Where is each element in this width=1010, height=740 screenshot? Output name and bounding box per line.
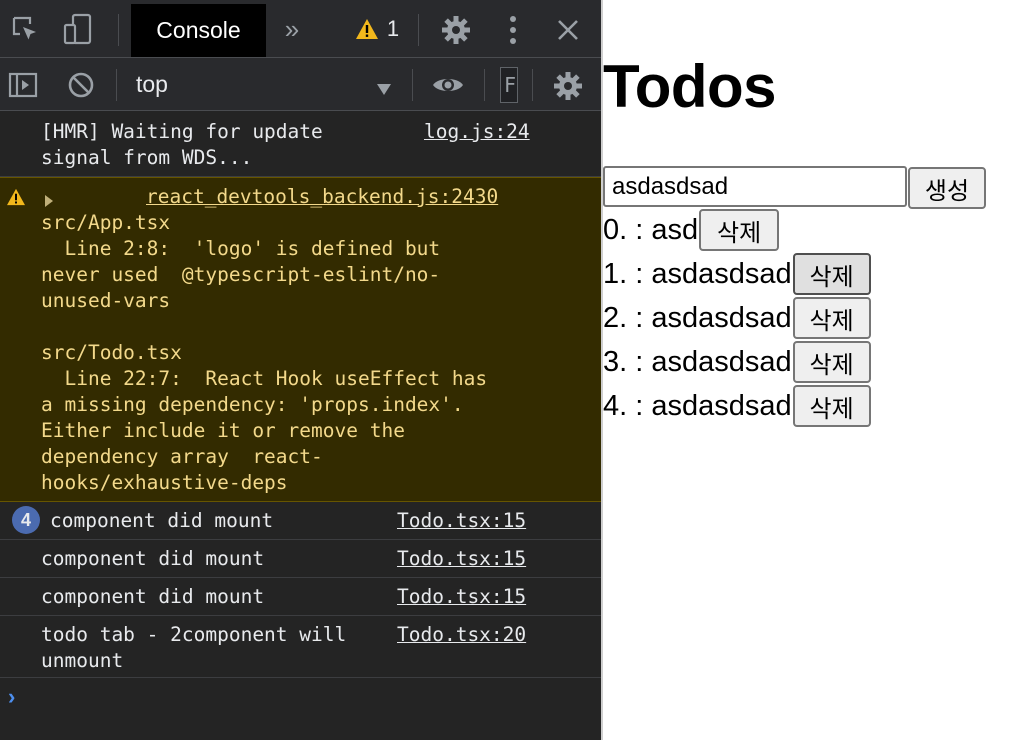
todo-item: 4. : asdasdsad 삭제 xyxy=(603,384,871,428)
close-icon[interactable] xyxy=(552,12,584,48)
console-message-source-link[interactable]: Todo.tsx:20 xyxy=(397,622,526,648)
devtools-main-toolbar: Console » 1 xyxy=(0,0,601,58)
eye-icon[interactable] xyxy=(428,68,468,102)
console-message-text: todo tab - 2component will unmount xyxy=(41,623,347,672)
todo-input[interactable] xyxy=(603,166,907,207)
clear-console-icon[interactable] xyxy=(64,68,98,102)
sidebar-toggle-icon[interactable] xyxy=(6,68,40,102)
toolbar-separator xyxy=(484,69,485,101)
todo-item: 3. : asdasdsad 삭제 xyxy=(603,340,871,384)
toolbar-separator xyxy=(412,69,413,101)
console-message: todo tab - 2component will unmount Todo.… xyxy=(0,616,601,678)
dropdown-arrow-icon xyxy=(376,75,392,102)
console-message-text: [HMR] Waiting for update signal from WDS… xyxy=(41,120,323,169)
toolbar-separator xyxy=(118,14,119,46)
delete-button[interactable]: 삭제 xyxy=(699,209,780,251)
gear-icon[interactable] xyxy=(438,12,474,48)
console-message-text: component did mount xyxy=(41,585,265,608)
toolbar-separator xyxy=(116,69,117,101)
todo-label: 4. : asdasdsad xyxy=(603,389,792,422)
console-message: 4 component did mount Todo.tsx:15 xyxy=(0,502,601,540)
delete-button[interactable]: 삭제 xyxy=(792,385,871,427)
console-message-source-link[interactable]: Todo.tsx:15 xyxy=(397,508,526,534)
todo-label: 2. : asdasdsad xyxy=(603,301,792,334)
context-selector-value: top xyxy=(136,70,168,97)
page-title: Todos xyxy=(603,53,777,120)
app-page: Todos 생성 0. : asd 삭제 1. : asdasdsad 삭제 2… xyxy=(603,0,1010,740)
todo-item: 0. : asd 삭제 xyxy=(603,208,780,252)
kebab-menu-icon[interactable] xyxy=(500,12,526,48)
todo-label: 3. : asdasdsad xyxy=(603,345,792,378)
filter-input[interactable]: F xyxy=(500,67,518,103)
tab-console-label: Console xyxy=(156,17,241,43)
console-message: [HMR] Waiting for update signal from WDS… xyxy=(0,111,601,177)
delete-button[interactable]: 삭제 xyxy=(792,297,871,339)
todo-item: 2. : asdasdsad 삭제 xyxy=(603,296,871,340)
console-message-source-link[interactable]: Todo.tsx:15 xyxy=(397,546,526,572)
console-message: component did mount Todo.tsx:15 xyxy=(0,540,601,578)
console-message-source-link[interactable]: Todo.tsx:15 xyxy=(397,584,526,610)
console-message-source-link[interactable]: react_devtools_backend.js:2430 xyxy=(146,184,498,210)
warning-count: 1 xyxy=(386,16,400,41)
console-settings-gear-icon[interactable] xyxy=(550,68,586,104)
warning-icon xyxy=(6,187,26,213)
repeat-count-badge: 4 xyxy=(12,506,40,534)
console-message-source-link[interactable]: log.js:24 xyxy=(424,119,530,145)
delete-button[interactable]: 삭제 xyxy=(792,253,871,295)
delete-button[interactable]: 삭제 xyxy=(792,341,871,383)
devtools-panel: Console » 1 top F [HMR] Waiting for upda… xyxy=(0,0,601,740)
toolbar-separator xyxy=(418,14,419,46)
inspect-element-icon[interactable] xyxy=(8,12,42,46)
more-tabs-button[interactable]: » xyxy=(278,14,306,44)
todo-label: 0. : asd xyxy=(603,213,699,246)
chevron-double-right-icon: » xyxy=(284,13,300,44)
tab-console[interactable]: Console xyxy=(131,4,266,57)
console-message-text: component did mount xyxy=(41,547,265,570)
create-button[interactable]: 생성 xyxy=(908,167,986,209)
console-warning-message: react_devtools_backend.js:2430 src/App.t… xyxy=(0,177,601,502)
console-message-text: src/App.tsx Line 2:8: 'logo' is defined … xyxy=(41,211,488,494)
toolbar-separator xyxy=(532,69,533,101)
console-message-text: component did mount xyxy=(50,509,274,532)
warning-icon xyxy=(355,19,378,39)
context-selector[interactable]: top xyxy=(120,62,410,106)
todo-label: 1. : asdasdsad xyxy=(603,257,792,290)
todo-item: 1. : asdasdsad 삭제 xyxy=(603,252,871,296)
console-message: component did mount Todo.tsx:15 xyxy=(0,578,601,616)
warnings-counter[interactable]: 1 xyxy=(352,12,402,46)
device-toolbar-icon[interactable] xyxy=(60,12,96,48)
console-prompt-icon[interactable]: › xyxy=(8,684,15,710)
